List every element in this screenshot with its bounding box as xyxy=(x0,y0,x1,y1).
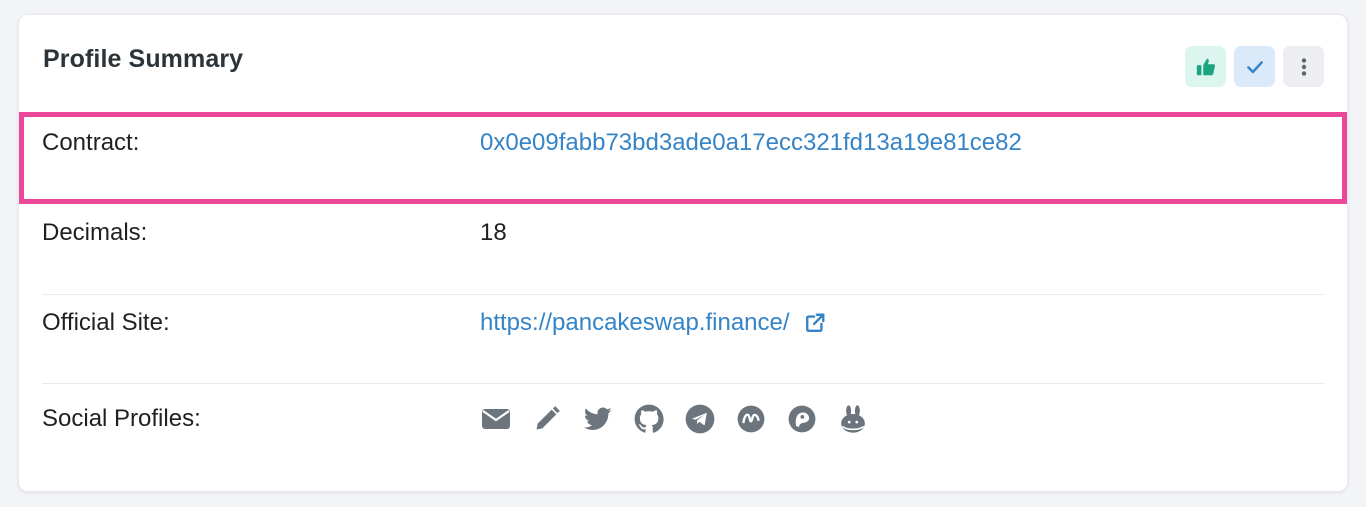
twitter-icon[interactable] xyxy=(582,404,613,435)
more-options-button[interactable] xyxy=(1283,46,1324,87)
pencil-icon[interactable] xyxy=(531,404,562,435)
coingecko-icon[interactable] xyxy=(786,404,817,435)
header-actions xyxy=(1185,46,1324,87)
email-icon[interactable] xyxy=(480,404,511,435)
official-site-value: https://pancakeswap.finance/ xyxy=(480,309,826,337)
coinmarketcap-icon[interactable] xyxy=(735,404,766,435)
social-icons xyxy=(480,404,868,435)
official-site-label: Official Site: xyxy=(42,309,170,336)
divider xyxy=(42,383,1325,384)
like-button[interactable] xyxy=(1185,46,1226,87)
decimals-label: Decimals: xyxy=(42,219,148,246)
divider xyxy=(42,294,1325,295)
official-site-link[interactable]: https://pancakeswap.finance/ xyxy=(480,309,790,337)
thumbs-up-icon xyxy=(1196,58,1215,75)
profile-summary-card: Profile Summary Contract: 0x0e09fabb73bd… xyxy=(18,14,1348,492)
external-link-icon[interactable] xyxy=(804,312,826,334)
verify-button[interactable] xyxy=(1234,46,1275,87)
vertical-ellipsis-icon xyxy=(1301,57,1306,76)
contract-highlight-box xyxy=(19,112,1347,204)
card-title: Profile Summary xyxy=(43,45,244,73)
github-icon[interactable] xyxy=(633,404,664,435)
telegram-icon[interactable] xyxy=(684,404,715,435)
social-profiles-label: Social Profiles: xyxy=(42,405,201,432)
pancakeswap-bunny-icon[interactable] xyxy=(837,404,868,435)
decimals-value: 18 xyxy=(480,219,507,246)
check-icon xyxy=(1246,60,1263,73)
